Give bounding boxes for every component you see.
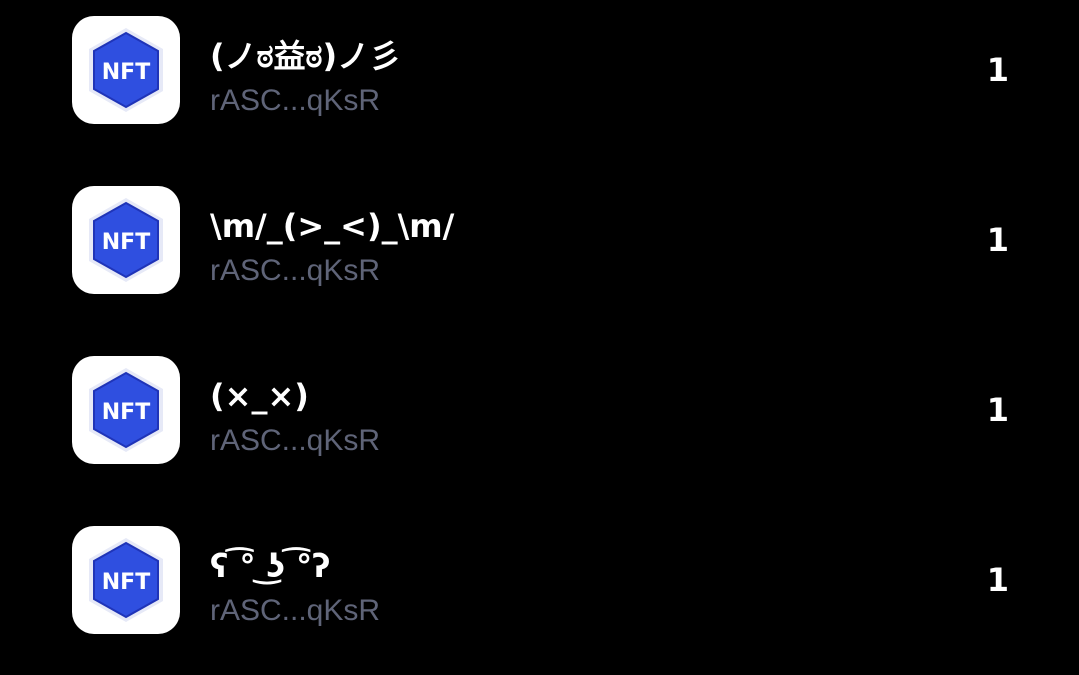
nft-count: 1 bbox=[986, 391, 1009, 429]
nft-icon: NFT bbox=[72, 186, 180, 294]
nft-name: \m/_(>_<)_\m/ bbox=[210, 207, 455, 245]
nft-hexagon-icon: NFT bbox=[89, 368, 163, 452]
nft-address: rASC...qKsR bbox=[210, 424, 381, 457]
nft-name: (×_×) bbox=[210, 377, 309, 415]
svg-text:NFT: NFT bbox=[102, 60, 150, 85]
nft-list-item[interactable]: NFT (ノಠ益ಠ)ノ彡 rASC...qKsR 1 bbox=[0, 0, 1079, 140]
nft-icon: NFT bbox=[72, 526, 180, 634]
nft-icon: NFT bbox=[72, 356, 180, 464]
nft-list-item[interactable]: NFT (×_×) rASC...qKsR 1 bbox=[0, 340, 1079, 480]
nft-address: rASC...qKsR bbox=[210, 254, 381, 287]
svg-text:NFT: NFT bbox=[102, 230, 150, 255]
nft-count: 1 bbox=[986, 561, 1009, 599]
nft-address: rASC...qKsR bbox=[210, 594, 381, 627]
nft-count: 1 bbox=[986, 221, 1009, 259]
nft-list: NFT (ノಠ益ಠ)ノ彡 rASC...qKsR 1 NFT \m/_(>_<)… bbox=[0, 0, 1079, 675]
nft-name: ʕ ͡° ͜ʖ ͡°ʔ bbox=[210, 547, 331, 585]
nft-list-item[interactable]: NFT ʕ ͡° ͜ʖ ͡°ʔ rASC...qKsR 1 bbox=[0, 510, 1079, 650]
nft-address: rASC...qKsR bbox=[210, 84, 381, 117]
nft-hexagon-icon: NFT bbox=[89, 198, 163, 282]
nft-list-item[interactable]: NFT \m/_(>_<)_\m/ rASC...qKsR 1 bbox=[0, 170, 1079, 310]
nft-hexagon-icon: NFT bbox=[89, 538, 163, 622]
svg-text:NFT: NFT bbox=[102, 570, 150, 595]
nft-hexagon-icon: NFT bbox=[89, 28, 163, 112]
nft-icon: NFT bbox=[72, 16, 180, 124]
nft-name: (ノಠ益ಠ)ノ彡 bbox=[210, 37, 402, 75]
nft-count: 1 bbox=[986, 51, 1009, 89]
svg-text:NFT: NFT bbox=[102, 400, 150, 425]
